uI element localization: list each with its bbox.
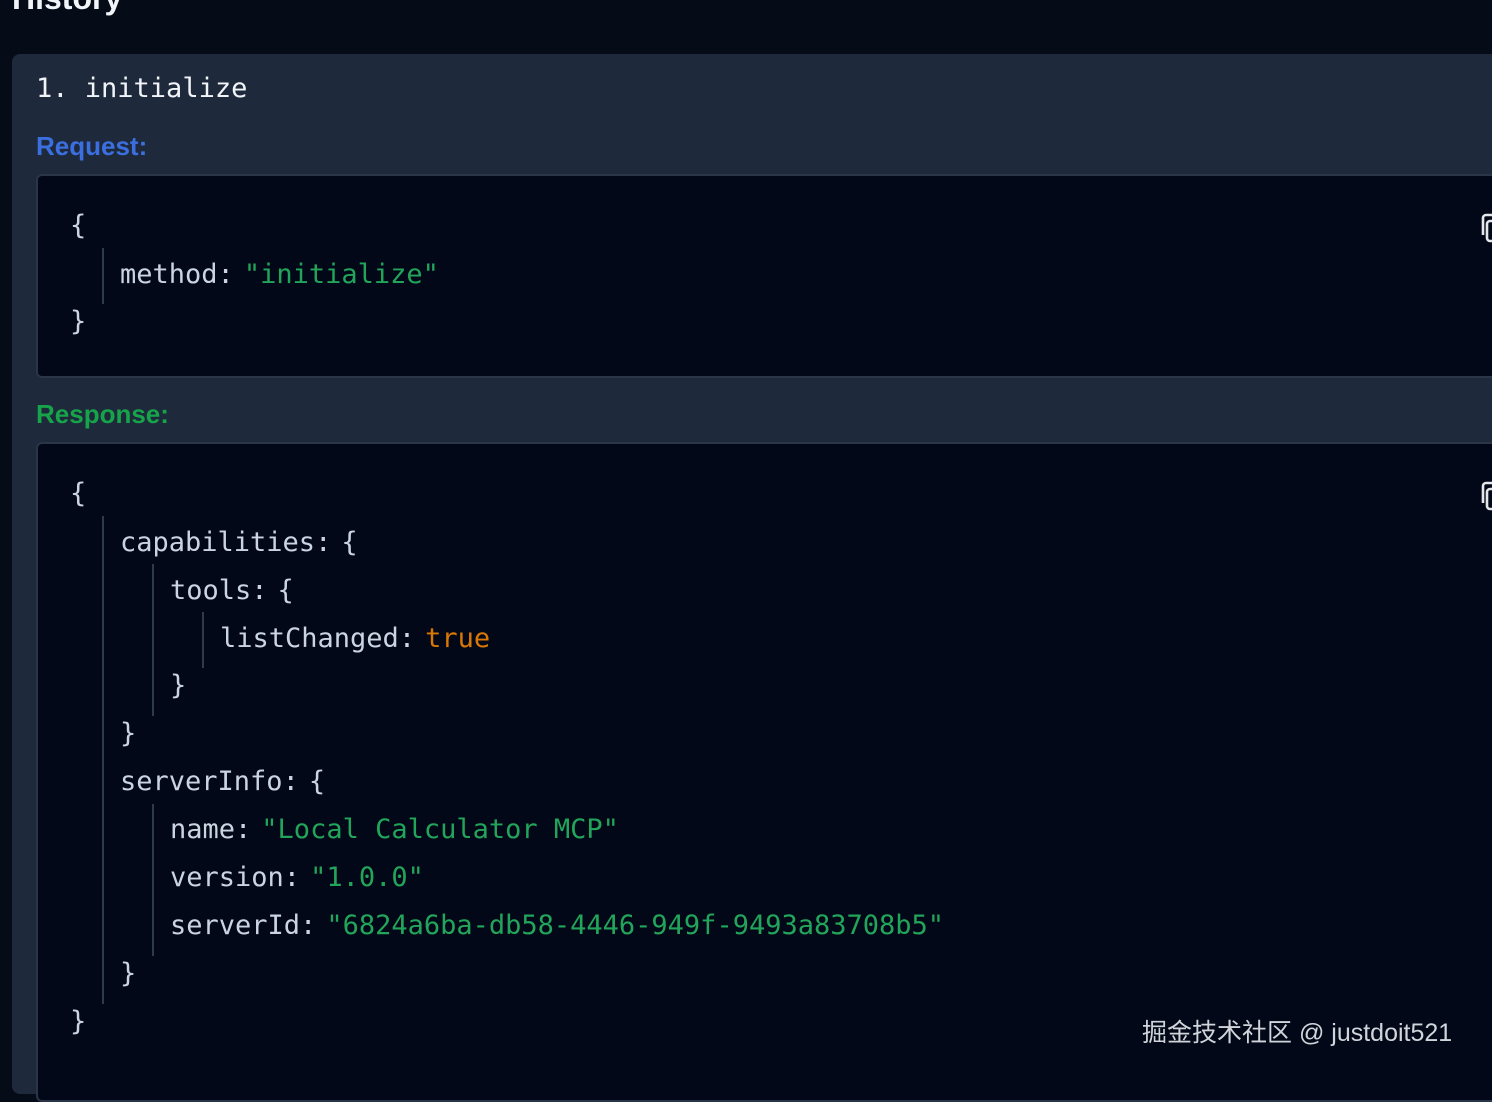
json-open-brace: { xyxy=(308,766,326,797)
listChanged-line: listChanged: true xyxy=(220,622,490,656)
json-colon: : xyxy=(282,766,299,797)
json-colon: : xyxy=(315,527,332,558)
response-json-view: { capabilities: { tools: { listChanged: tru… xyxy=(36,442,1492,1102)
json-open-brace: { xyxy=(277,575,294,606)
json-key: listChanged xyxy=(220,623,399,654)
json-colon: : xyxy=(283,862,301,893)
json-string-value: "6824a6ba-db58-4446-949f-9493a83708b5" xyxy=(326,910,945,941)
indent-guide xyxy=(152,804,154,956)
json-open-brace: { xyxy=(341,527,358,558)
page-title: History xyxy=(12,0,122,16)
capabilities-close-brace: } xyxy=(120,718,137,749)
serverInfo-close-brace: } xyxy=(120,958,137,989)
json-colon: : xyxy=(300,910,317,941)
entry-title[interactable]: 1. initialize xyxy=(36,72,247,106)
json-colon: : xyxy=(398,623,416,654)
json-string-value: "1.0.0" xyxy=(310,862,424,893)
serverId-line: serverId: "6824a6ba-db58-4446-949f-9493a8… xyxy=(170,909,944,943)
json-string-value: "initialize" xyxy=(243,259,439,290)
version-line: version: "1.0.0" xyxy=(170,861,424,895)
json-key: serverInfo xyxy=(120,766,283,797)
copy-icon xyxy=(1481,481,1492,511)
json-colon: : xyxy=(217,259,234,290)
serverInfo-line: serverInfo: { xyxy=(120,765,325,799)
capabilities-line: capabilities: { xyxy=(120,526,358,560)
request-close-brace: } xyxy=(70,306,87,337)
response-close-brace: } xyxy=(70,1006,87,1037)
json-colon: : xyxy=(235,814,252,845)
history-entry-card: 1. initialize Request: { method: "initial… xyxy=(12,54,1492,1102)
json-boolean-value: true xyxy=(425,623,491,654)
entry-method: initialize xyxy=(84,73,248,104)
request-open-brace: { xyxy=(70,210,87,241)
json-string-value: "Local Calculator MCP" xyxy=(261,814,619,845)
entry-number: 1. xyxy=(36,73,69,104)
copy-response-button[interactable] xyxy=(1476,478,1492,514)
json-key: tools xyxy=(170,575,252,606)
response-open-brace: { xyxy=(70,478,87,509)
name-line: name: "Local Calculator MCP" xyxy=(170,813,619,847)
copy-request-button[interactable] xyxy=(1476,210,1492,246)
json-key: name xyxy=(170,814,236,845)
indent-guide xyxy=(102,516,104,1004)
json-key: method xyxy=(120,259,218,290)
tools-close-brace: } xyxy=(170,670,187,701)
tools-line: tools: { xyxy=(170,574,294,608)
json-colon: : xyxy=(251,575,268,606)
indent-guide xyxy=(202,612,204,668)
request-method-line: method: "initialize" xyxy=(120,258,439,292)
request-label: Request: xyxy=(36,131,148,161)
response-label: Response: xyxy=(36,399,169,429)
indent-guide xyxy=(102,248,104,304)
json-key: capabilities xyxy=(120,527,316,558)
indent-guide xyxy=(152,564,154,716)
copy-icon xyxy=(1481,213,1492,243)
json-key: version xyxy=(170,862,284,893)
watermark: 掘金技术社区 @ justdoit521 xyxy=(1142,1019,1453,1047)
request-json-view: { method: "initialize" } xyxy=(36,174,1492,378)
json-key: serverId xyxy=(170,910,301,941)
